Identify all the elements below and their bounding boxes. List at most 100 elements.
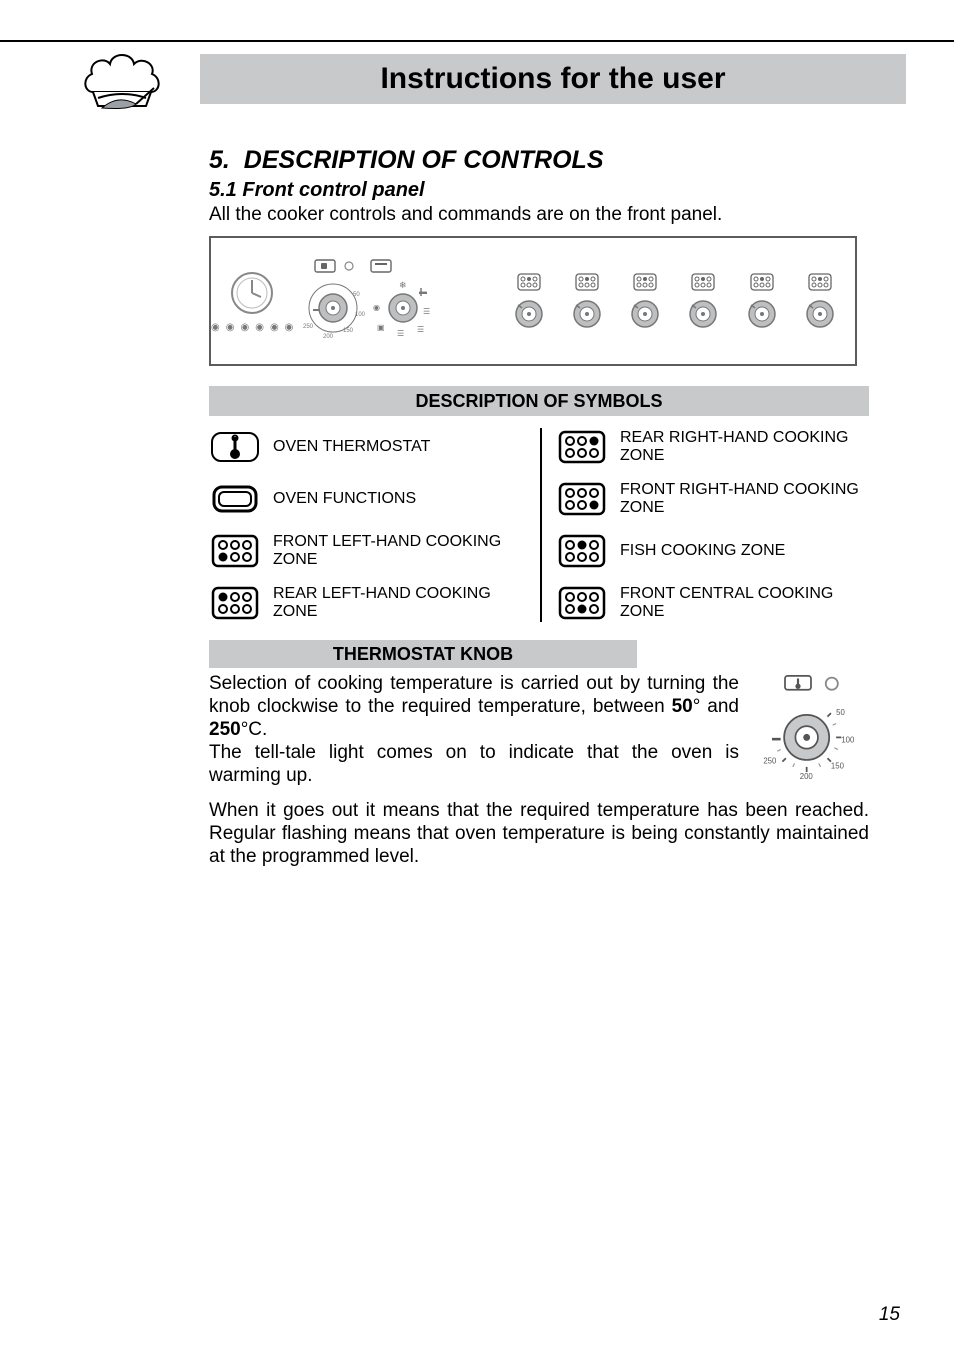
symbol-label: FRONT CENTRAL COOKING ZONE [620, 585, 869, 621]
subsection-number: 5.1 [209, 179, 237, 201]
hob-knob-unit [514, 273, 544, 329]
symbols-table: OVEN THERMOSTAT OVEN FUNCTIONS [209, 428, 869, 622]
thermostat-para-2: The tell-tale light comes on to indicate… [209, 741, 739, 787]
thermostat-para-3: When it goes out it means that the requi… [209, 799, 869, 868]
mid-knob-group: 50 100 150 200 250 ❄ [293, 258, 493, 344]
hob-knob-icon [747, 299, 777, 329]
symbol-row: FRONT LEFT-HAND COOKING ZONE [209, 532, 522, 570]
page-title: Instructions for the user [380, 62, 725, 96]
svg-text:200: 200 [323, 334, 334, 340]
svg-text:250: 250 [303, 324, 314, 330]
symbols-heading: DESCRIPTION OF SYMBOLS [415, 391, 662, 412]
symbols-col-right: REAR RIGHT-HAND COOKING ZONE [556, 428, 869, 622]
therm-deg1: ° and [693, 696, 739, 717]
zone-front-right-icon [556, 480, 608, 518]
symbol-label: FRONT LEFT-HAND COOKING ZONE [273, 533, 522, 569]
switch-icon: ◉ [211, 322, 220, 333]
symbols-heading-band: DESCRIPTION OF SYMBOLS [209, 386, 869, 416]
clock-icon [229, 270, 275, 316]
subsection-title: Front control panel [242, 179, 424, 201]
hob-knob-icon [514, 299, 544, 329]
thermostat-para-1: Selection of cooking temperature is carr… [209, 672, 739, 741]
zone-fish-icon [556, 532, 608, 570]
zone-glyph-icon [750, 273, 774, 291]
therm-min: 50 [672, 696, 693, 717]
zone-glyph-icon [575, 273, 599, 291]
content-region: 5. DESCRIPTION OF CONTROLS 5.1 Front con… [209, 140, 869, 876]
svg-text:☰: ☰ [417, 325, 424, 334]
intro-text: All the cooker controls and commands are… [209, 204, 869, 226]
symbol-row: FRONT CENTRAL COOKING ZONE [556, 584, 869, 622]
therm-tick-200: 200 [800, 772, 814, 781]
zone-glyph-icon [633, 273, 657, 291]
subsection-heading: 5.1 Front control panel [209, 179, 869, 202]
symbol-row: FRONT RIGHT-HAND COOKING ZONE [556, 480, 869, 518]
symbols-col-left: OVEN THERMOSTAT OVEN FUNCTIONS [209, 428, 542, 622]
panel-mid-block: 50 100 150 200 250 ❄ [293, 258, 493, 344]
symbol-row: REAR LEFT-HAND COOKING ZONE [209, 584, 522, 622]
zone-glyph-icon [691, 273, 715, 291]
symbol-label: REAR LEFT-HAND COOKING ZONE [273, 585, 522, 621]
symbol-label: OVEN FUNCTIONS [273, 490, 416, 508]
zone-front-left-icon [209, 532, 261, 570]
header-band: Instructions for the user [200, 54, 906, 104]
svg-text:☰: ☰ [397, 329, 404, 338]
hob-knob-unit [572, 273, 602, 329]
switch-icon: ◉ [270, 322, 279, 333]
switch-icon: ◉ [226, 322, 235, 333]
therm-tick-250: 250 [763, 756, 777, 765]
zone-rear-left-icon [209, 584, 261, 622]
therm-max: 250 [209, 719, 241, 740]
therm-deg2: °C. [241, 719, 268, 740]
zone-rear-right-icon [556, 428, 608, 466]
hob-knob-icon [688, 299, 718, 329]
chef-hat-icon [78, 38, 166, 116]
svg-text:❄: ❄ [399, 280, 407, 290]
hob-knob-unit [630, 273, 660, 329]
thermostat-text-col: Selection of cooking temperature is carr… [209, 672, 739, 787]
thermostat-knob-image: 50 100 150 200 250 [759, 672, 869, 787]
symbol-label: FISH COOKING ZONE [620, 542, 785, 560]
therm-tick-50: 50 [836, 708, 845, 717]
therm-tick-100: 100 [841, 736, 855, 745]
section-title: DESCRIPTION OF CONTROLS [244, 146, 604, 174]
thermostat-section: Selection of cooking temperature is carr… [209, 672, 869, 787]
page: Instructions for the user 5. DESCRIPTION… [0, 0, 954, 1352]
hob-knob-unit [805, 273, 835, 329]
zone-glyph-icon [517, 273, 541, 291]
svg-text:100: 100 [355, 312, 366, 318]
hob-knob-icon [630, 299, 660, 329]
symbol-label: REAR RIGHT-HAND COOKING ZONE [620, 429, 869, 465]
symbol-row: OVEN THERMOSTAT [209, 428, 522, 466]
zone-front-central-icon [556, 584, 608, 622]
switch-icon: ◉ [240, 322, 249, 333]
svg-text:50: 50 [353, 292, 360, 298]
switch-icon: ◉ [255, 322, 264, 333]
symbol-row: REAR RIGHT-HAND COOKING ZONE [556, 428, 869, 466]
hob-knob-icon [805, 299, 835, 329]
panel-left-block: ◉ ◉ ◉ ◉ ◉ ◉ [211, 270, 293, 333]
therm-tick-150: 150 [831, 762, 845, 771]
hob-knob-unit [688, 273, 718, 329]
zone-glyph-icon [808, 273, 832, 291]
thermostat-heading-band: THERMOSTAT KNOB [209, 640, 637, 668]
panel-inner: ◉ ◉ ◉ ◉ ◉ ◉ [211, 256, 855, 346]
symbol-row: FISH COOKING ZONE [556, 532, 869, 570]
switch-row: ◉ ◉ ◉ ◉ ◉ ◉ [211, 322, 293, 333]
svg-text:☰: ☰ [423, 307, 430, 316]
symbol-row: OVEN FUNCTIONS [209, 480, 522, 518]
control-panel-diagram: ◉ ◉ ◉ ◉ ◉ ◉ [209, 236, 857, 366]
hob-knob-unit [747, 273, 777, 329]
panel-right-knobs [493, 273, 855, 329]
hob-knob-icon [572, 299, 602, 329]
switch-icon: ◉ [285, 322, 294, 333]
therm-p1-pre: Selection of cooking temperature is carr… [209, 673, 739, 717]
thermo-symbol-icon [209, 428, 261, 466]
section-number: 5. [209, 146, 230, 174]
functions-symbol-icon [209, 480, 261, 518]
symbol-label: FRONT RIGHT-HAND COOKING ZONE [620, 481, 869, 517]
page-number: 15 [879, 1304, 900, 1326]
thermostat-heading: THERMOSTAT KNOB [333, 644, 513, 665]
svg-text:◉: ◉ [373, 303, 380, 312]
svg-text:▬: ▬ [419, 287, 427, 296]
